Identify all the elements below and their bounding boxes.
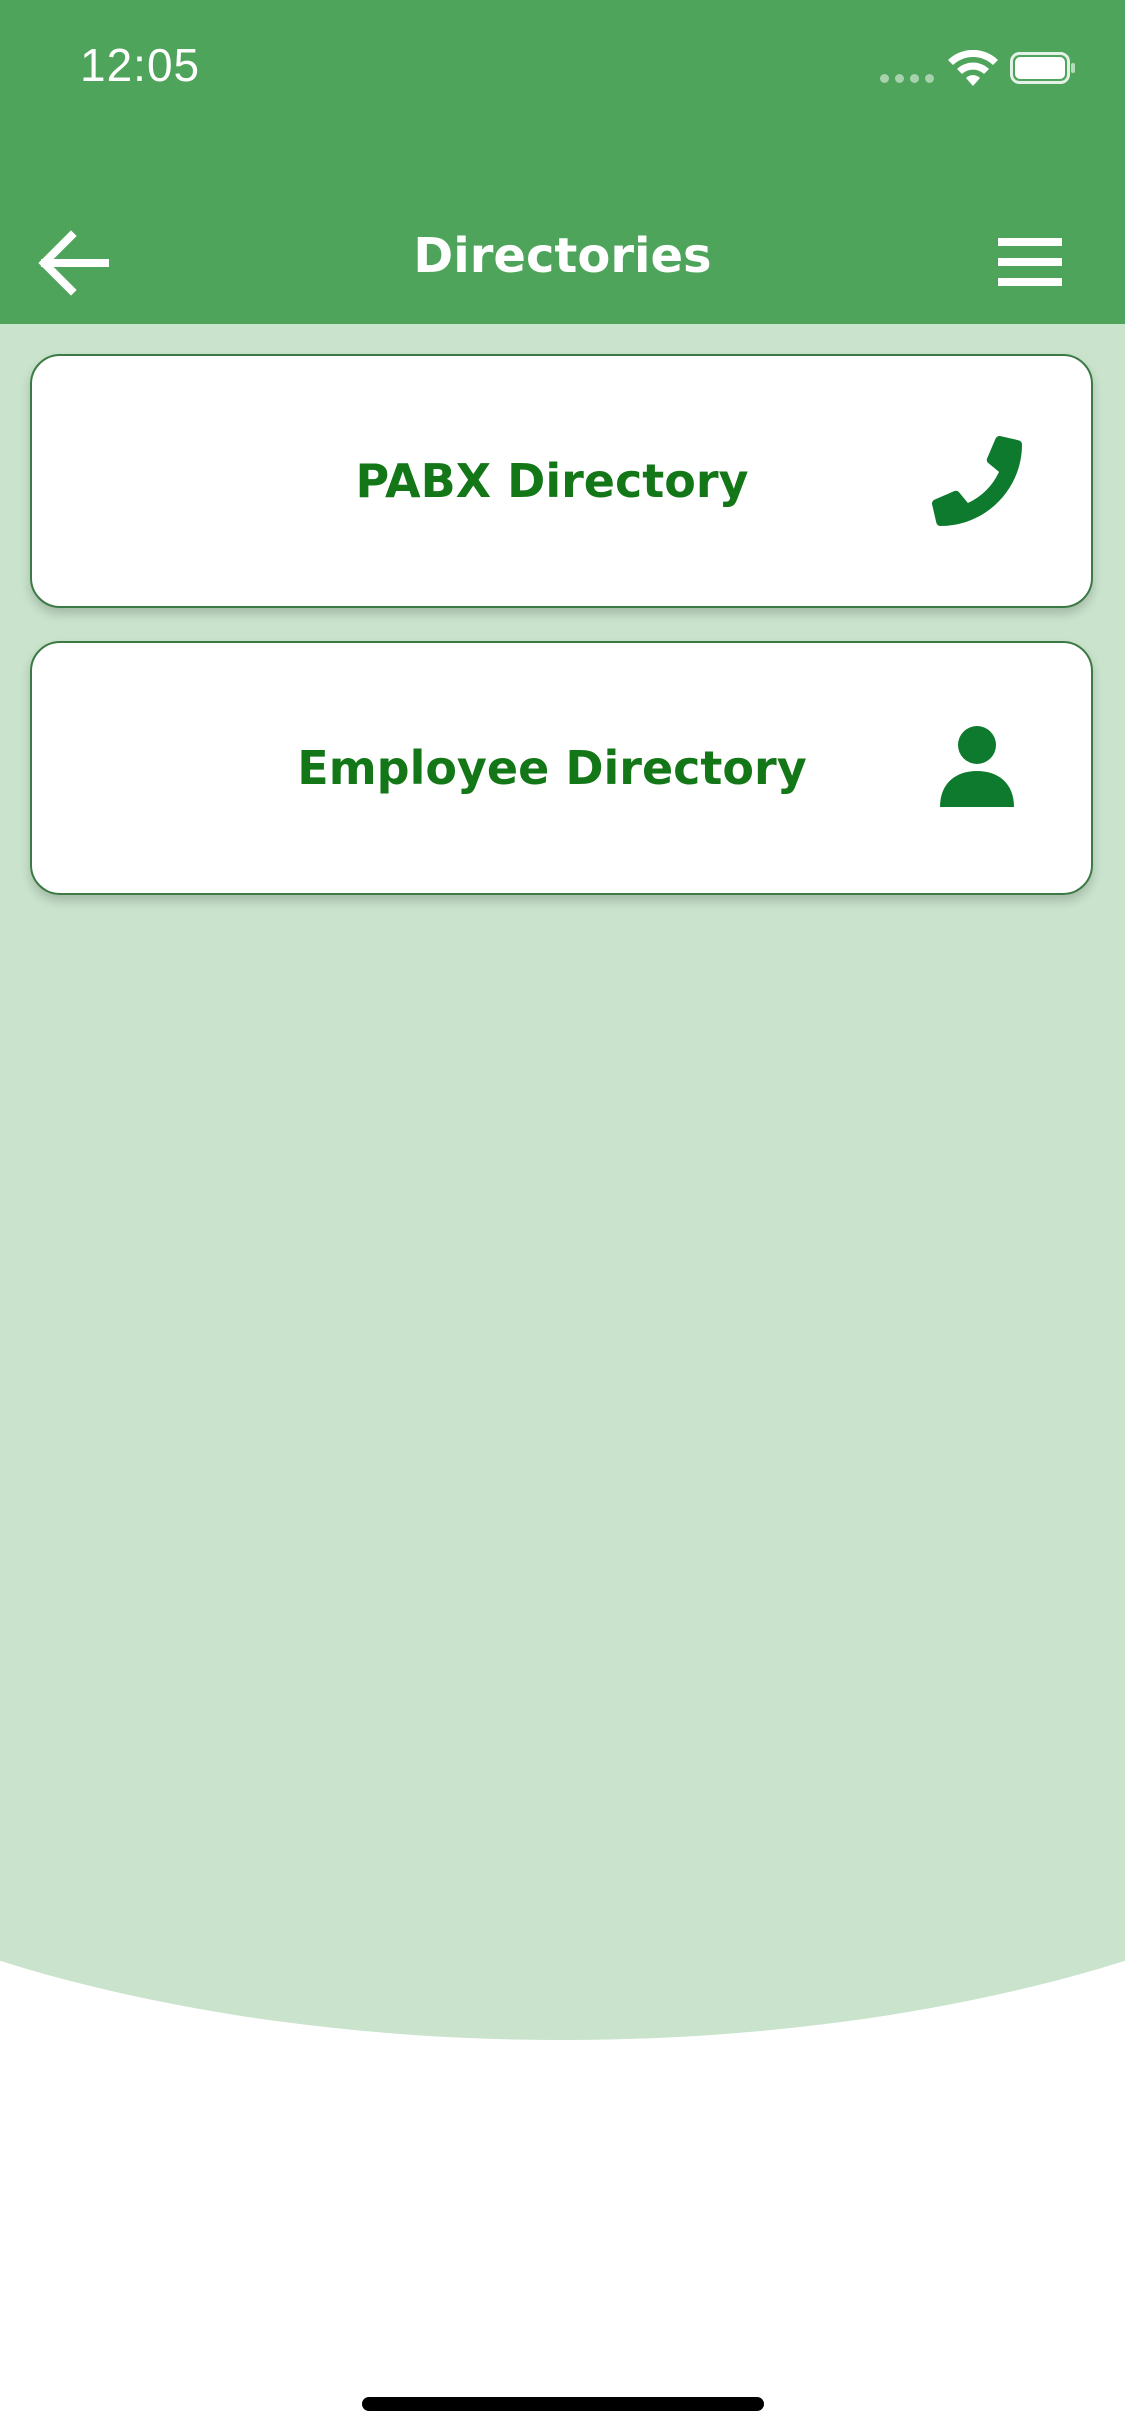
wifi-icon bbox=[948, 50, 998, 86]
menu-button[interactable] bbox=[990, 230, 1070, 294]
person-icon bbox=[940, 726, 1014, 807]
phone-icon bbox=[932, 436, 1022, 526]
status-time: 12:05 bbox=[80, 39, 201, 91]
page-title: Directories bbox=[413, 228, 712, 284]
back-button[interactable] bbox=[30, 220, 116, 306]
hamburger-menu-icon bbox=[998, 238, 1062, 286]
directories-screen: 12:05 Directories PABX Directory Employe… bbox=[0, 0, 1125, 2436]
employee-directory-card[interactable]: Employee Directory bbox=[30, 641, 1093, 895]
pabx-directory-label: PABX Directory bbox=[355, 454, 749, 508]
navigation-bar: Directories bbox=[0, 200, 1125, 324]
app-header: 12:05 Directories bbox=[0, 0, 1125, 324]
battery-icon bbox=[1010, 52, 1075, 84]
employee-directory-label: Employee Directory bbox=[297, 741, 807, 795]
arrow-left-icon bbox=[38, 230, 109, 296]
status-bar: 12:05 bbox=[0, 0, 1125, 135]
cellular-signal-icon bbox=[880, 74, 934, 83]
home-indicator[interactable] bbox=[362, 2397, 764, 2411]
pabx-directory-card[interactable]: PABX Directory bbox=[30, 354, 1093, 608]
